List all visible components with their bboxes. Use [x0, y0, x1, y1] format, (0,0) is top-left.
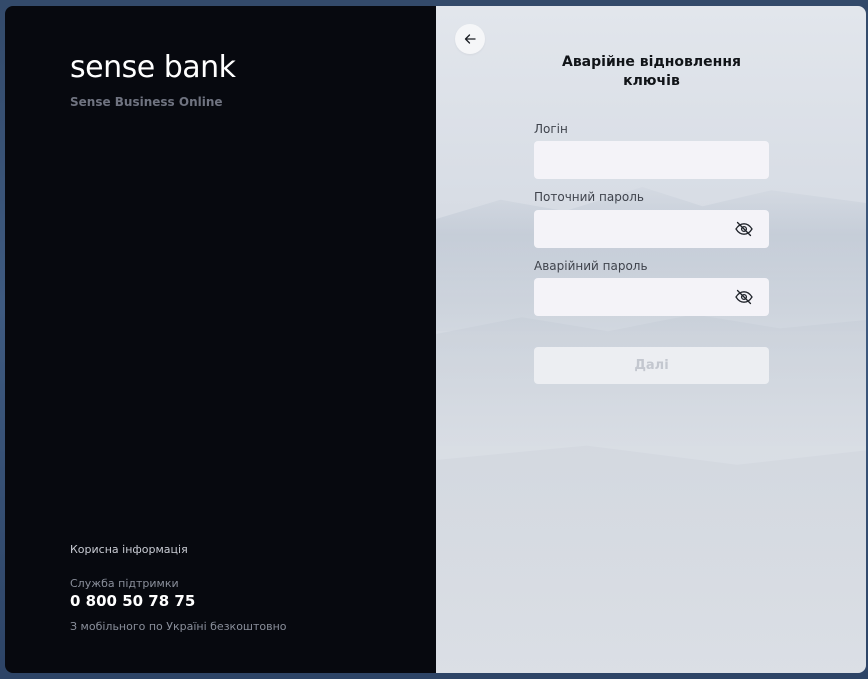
- back-button[interactable]: [455, 24, 485, 54]
- form-panel: Аварійне відновлення ключів Логін Поточн…: [436, 6, 866, 673]
- arrow-left-icon: [464, 34, 476, 44]
- support-phone[interactable]: 0 800 50 78 75: [70, 592, 195, 610]
- background-dunes: [436, 445, 866, 673]
- current-password-label: Поточний пароль: [534, 190, 644, 204]
- branding-panel: sense bank Sense Business Online Корисна…: [5, 6, 436, 673]
- emergency-password-input[interactable]: [534, 278, 769, 316]
- current-password-field-container: [534, 210, 769, 248]
- login-input[interactable]: [534, 141, 769, 179]
- eye-off-icon[interactable]: [735, 289, 753, 305]
- support-label: Служба підтримки: [70, 577, 179, 590]
- emergency-password-label: Аварійний пароль: [534, 259, 648, 273]
- current-password-input[interactable]: [534, 210, 769, 248]
- product-subtitle: Sense Business Online: [70, 95, 223, 109]
- eye-off-icon[interactable]: [735, 221, 753, 237]
- login-field-container: [534, 141, 769, 179]
- next-button[interactable]: Далі: [534, 347, 769, 384]
- useful-info-link[interactable]: Корисна інформація: [70, 543, 188, 556]
- emergency-password-field-container: [534, 278, 769, 316]
- support-note: З мобільного по Україні безкоштовно: [70, 620, 287, 633]
- sense-bank-logo: sense bank: [70, 50, 236, 85]
- login-label: Логін: [534, 122, 568, 136]
- form-title: Аварійне відновлення ключів: [561, 54, 741, 89]
